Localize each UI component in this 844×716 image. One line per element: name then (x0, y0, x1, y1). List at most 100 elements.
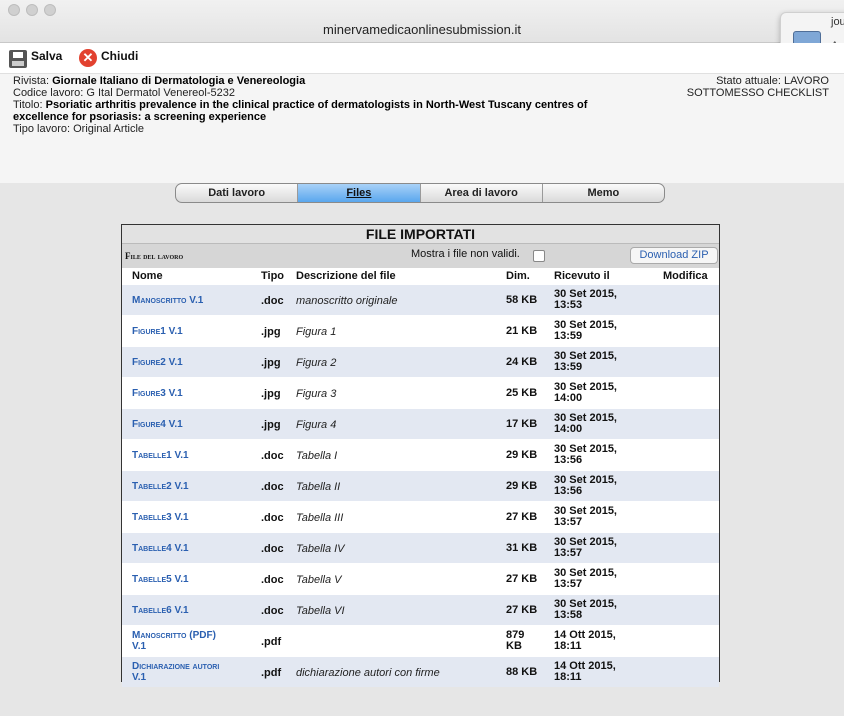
file-name-link[interactable]: Tabelle1 V.1 (132, 450, 242, 461)
col-modify[interactable]: Modifica (663, 270, 708, 282)
file-name[interactable]: Manoscritto V.1 (132, 295, 242, 306)
article-title: Psoriatic arthritis prevalence in the cl… (45, 99, 588, 111)
file-name-link[interactable]: Tabelle2 V.1 (132, 481, 242, 492)
file-size-value: 17 KB (506, 418, 538, 430)
received-time: 13:59 (554, 361, 583, 373)
table-row[interactable]: Figure4 V.1 .jpg Figura 4 17 KB 30 Set 2015,… (122, 408, 719, 439)
file-name[interactable]: Tabelle2 V.1 (132, 481, 242, 492)
col-received[interactable]: Ricevuto il (554, 270, 610, 282)
file-description: Tabella VI (296, 605, 345, 617)
file-description: Tabella V (296, 574, 342, 586)
col-type[interactable]: Tipo (261, 270, 284, 282)
file-type: .doc (261, 543, 284, 555)
received-time: 13:57 (554, 578, 583, 590)
title-line: Titolo: Psoriatic arthritis prevalence i… (13, 99, 587, 111)
file-received: 30 Set 2015, 13:53 (554, 289, 664, 311)
save-button[interactable]: Salva (9, 47, 69, 69)
file-description: Figura 1 (296, 326, 337, 338)
show-invalid-checkbox[interactable] (533, 250, 545, 262)
table-row[interactable]: Tabelle1 V.1 .doc Tabella I 29 KB 30 Set 201… (122, 439, 719, 470)
file-name-link[interactable]: Figure3 V.1 (132, 388, 242, 399)
table-row[interactable]: Figure3 V.1 .jpg Figura 3 25 KB 30 Set 2015,… (122, 377, 719, 408)
received-time: 13:57 (554, 516, 583, 528)
table-row[interactable]: Manoscritto (PDF) V.1 .pdf 879 KB 14 Ott 2015… (122, 625, 719, 656)
file-name[interactable]: Tabelle3 V.1 (132, 512, 242, 523)
file-received: 30 Set 2015, 13:56 (554, 475, 664, 497)
close-button[interactable]: ✕ Chiudi (79, 47, 149, 69)
table-row[interactable]: Tabelle6 V.1 .doc Tabella VI 27 KB 30 Set 20… (122, 594, 719, 625)
file-name-link[interactable]: Figure4 V.1 (132, 419, 242, 430)
article-title-continued: excellence for psoriasis: a screening ex… (13, 111, 267, 123)
file-size-value: 21 KB (506, 325, 538, 337)
tab-area-di-lavoro[interactable]: Area di lavoro (421, 184, 543, 202)
minimize-window-dot[interactable] (26, 4, 38, 16)
file-name[interactable]: Figure3 V.1 (132, 388, 242, 399)
file-name-link[interactable]: Tabelle5 V.1 (132, 574, 242, 585)
file-description: Tabella II (296, 481, 341, 493)
file-name[interactable]: Figure4 V.1 (132, 419, 242, 430)
download-zip-button[interactable]: Download ZIP (630, 247, 718, 264)
file-received: 30 Set 2015, 14:00 (554, 413, 664, 435)
file-name[interactable]: Tabelle5 V.1 (132, 574, 242, 585)
col-description[interactable]: Descrizione del file (296, 270, 396, 282)
section-header: File del lavoro Mostra i file non validi… (122, 244, 719, 268)
file-version[interactable]: V.1 (132, 641, 242, 652)
tab-dati-lavoro[interactable]: Dati lavoro (176, 184, 299, 202)
notification-title: jou (831, 16, 844, 28)
table-row[interactable]: Figure1 V.1 .jpg Figura 1 21 KB 30 Set 2015,… (122, 315, 719, 346)
file-name-link[interactable]: Manoscritto V.1 (132, 295, 242, 306)
status-line: Stato attuale: LAVORO (716, 75, 829, 87)
file-received: 30 Set 2015, 13:57 (554, 568, 664, 590)
table-row[interactable]: Manoscritto V.1 .doc manoscritto originale… (122, 284, 719, 315)
journal-name: Giornale Italiano di Dermatologia e Vene… (52, 75, 306, 87)
file-name-link[interactable]: Tabelle4 V.1 (132, 543, 242, 554)
file-size-value: 27 KB (506, 573, 538, 585)
table-row[interactable]: Tabelle2 V.1 .doc Tabella II 29 KB 30 Set 20… (122, 470, 719, 501)
close-label: Chiudi (101, 49, 139, 63)
type-line: Tipo lavoro: Original Article (13, 123, 144, 135)
file-name[interactable]: Manoscritto (PDF) (132, 630, 242, 641)
file-name[interactable]: Figure1 V.1 (132, 326, 242, 337)
file-name-link[interactable]: Manoscritto (PDF) V.1 (132, 630, 242, 652)
file-size: 25 KB (506, 388, 546, 399)
title-label: Titolo: (13, 99, 43, 111)
received-time: 13:56 (554, 485, 583, 497)
file-name-link[interactable]: Tabelle3 V.1 (132, 512, 242, 523)
file-name-link[interactable]: Figure2 V.1 (132, 357, 242, 368)
save-icon (9, 50, 27, 68)
files-panel: FILE IMPORTATI File del lavoro Mostra i … (121, 224, 720, 687)
table-row[interactable]: Tabelle4 V.1 .doc Tabella IV 31 KB 30 Set 20… (122, 532, 719, 563)
file-type: .jpg (261, 326, 281, 338)
file-name[interactable]: Dichiarazione autori (132, 661, 242, 672)
file-description: Tabella IV (296, 543, 345, 555)
file-name-link[interactable]: Dichiarazione autori V.1 (132, 661, 242, 683)
status-line-2: SOTTOMESSO CHECKLIST (686, 87, 829, 99)
col-name[interactable]: Nome (132, 270, 163, 282)
zoom-window-dot[interactable] (44, 4, 56, 16)
file-description: Tabella III (296, 512, 344, 524)
file-name[interactable]: Tabelle4 V.1 (132, 543, 242, 554)
table-row[interactable]: Dichiarazione autori V.1 .pdf dichiarazione… (122, 656, 719, 687)
tab-memo[interactable]: Memo (543, 184, 664, 202)
file-name[interactable]: Tabelle6 V.1 (132, 605, 242, 616)
file-size: 88 KB (506, 667, 546, 678)
col-size[interactable]: Dim. (506, 270, 530, 282)
file-name[interactable]: Tabelle1 V.1 (132, 450, 242, 461)
code-label: Codice lavoro: (13, 87, 84, 99)
panel-title: FILE IMPORTATI (122, 225, 719, 244)
code-value: G Ital Dermatol Venereol-5232 (86, 87, 235, 99)
file-name-link[interactable]: Figure1 V.1 (132, 326, 242, 337)
file-version[interactable]: V.1 (132, 672, 242, 683)
close-window-dot[interactable] (8, 4, 20, 16)
file-size: 879 KB (506, 630, 546, 652)
table-row[interactable]: Tabelle3 V.1 .doc Tabella III 27 KB 30 Set 2… (122, 501, 719, 532)
tab-files[interactable]: Files (298, 184, 421, 202)
file-received: 30 Set 2015, 13:59 (554, 351, 664, 373)
table-row[interactable]: Figure2 V.1 .jpg Figura 2 24 KB 30 Set 2015,… (122, 346, 719, 377)
received-time: 13:53 (554, 299, 583, 311)
file-name[interactable]: Figure2 V.1 (132, 357, 242, 368)
table-row[interactable]: Tabelle5 V.1 .doc Tabella V 27 KB 30 Set 201… (122, 563, 719, 594)
file-name-link[interactable]: Tabelle6 V.1 (132, 605, 242, 616)
file-size-unit: KB (506, 640, 522, 652)
file-received: 14 Ott 2015, 18:11 (554, 630, 664, 652)
